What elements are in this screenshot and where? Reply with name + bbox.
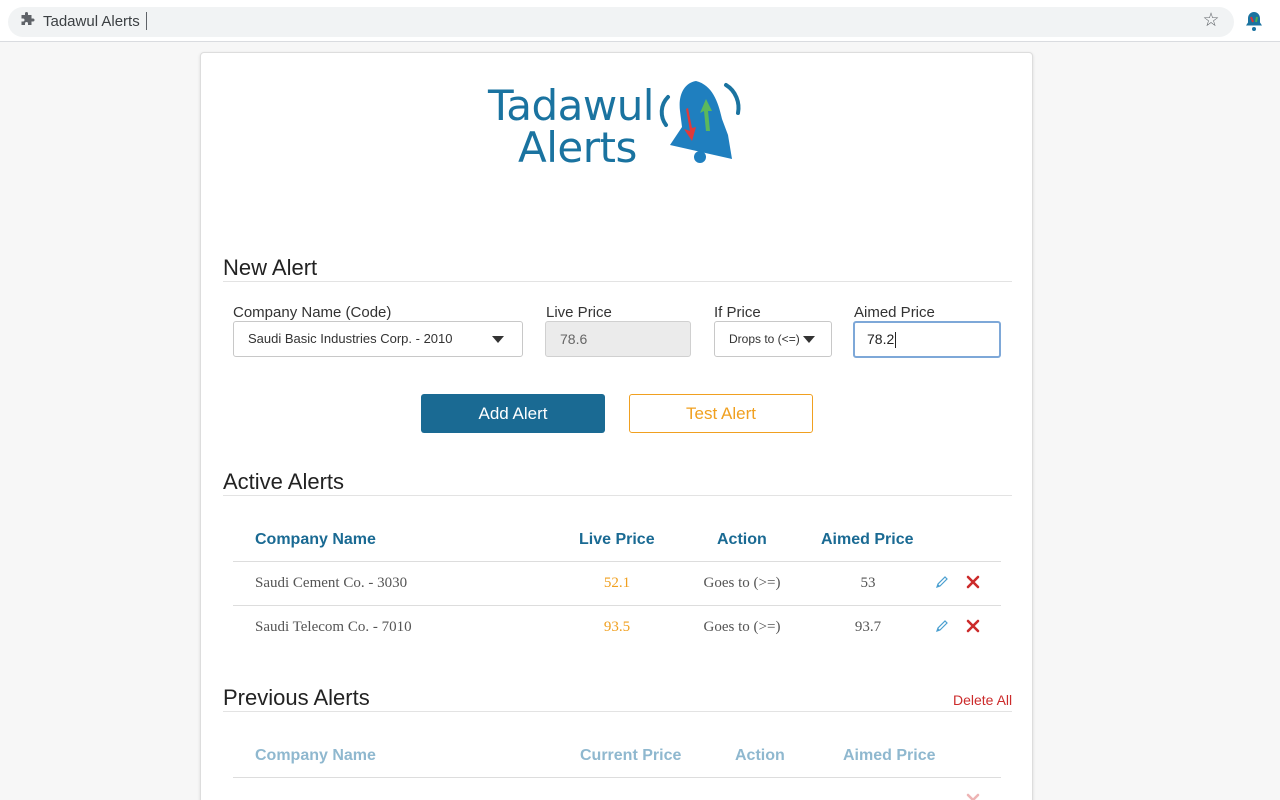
active-alerts-title: Active Alerts	[223, 469, 345, 494]
edit-icon[interactable]	[935, 575, 949, 589]
new-alert-title: New Alert	[223, 255, 318, 280]
page-title: Tadawul Alerts	[43, 13, 140, 30]
col-action: Action	[735, 747, 785, 764]
bell-extension-icon[interactable]	[1245, 11, 1263, 31]
col-aimed-price: Aimed Price	[843, 747, 936, 764]
col-aimed-price: Aimed Price	[821, 531, 914, 548]
live-price-value: 78.6	[560, 331, 588, 347]
live-price-field: 78.6	[545, 321, 691, 357]
text-cursor	[895, 332, 897, 349]
star-icon[interactable]: ☆	[1201, 11, 1221, 31]
toolbar-divider	[0, 41, 1280, 42]
col-company-name: Company Name	[255, 531, 376, 548]
delete-icon[interactable]	[966, 619, 980, 633]
table-divider	[233, 777, 1001, 778]
row-live-price: 93.5	[603, 619, 631, 635]
section-divider	[223, 711, 1012, 712]
chevron-down-icon	[803, 336, 815, 343]
previous-alerts-title: Previous Alerts	[223, 685, 370, 710]
row-aimed-price: 93.7	[854, 619, 882, 635]
logo-text-line2: Alerts	[518, 123, 637, 172]
delete-all-link[interactable]: Delete All	[953, 692, 1012, 708]
company-select[interactable]: Saudi Basic Industries Corp. - 2010	[233, 321, 523, 357]
row-aimed-price: 53	[860, 575, 876, 591]
company-select-value: Saudi Basic Industries Corp. - 2010	[248, 331, 453, 346]
delete-icon[interactable]	[966, 575, 980, 589]
row-action: Goes to (>=)	[703, 575, 781, 591]
row-action: Goes to (>=)	[703, 619, 781, 635]
edit-icon[interactable]	[935, 619, 949, 633]
test-alert-button[interactable]: Test Alert	[629, 394, 813, 433]
app-logo: Tadawul Alerts	[488, 75, 748, 172]
row-company: Saudi Telecom Co. - 7010	[255, 619, 412, 635]
browser-toolbar: Tadawul Alerts ☆	[0, 0, 1280, 42]
chevron-down-icon	[492, 336, 504, 343]
aimed-price-value: 78.2	[867, 331, 895, 347]
if-price-select-value: Drops to (<=)	[729, 332, 800, 346]
delete-icon[interactable]	[966, 793, 980, 800]
col-current-price: Current Price	[580, 747, 682, 764]
table-divider	[233, 561, 1001, 562]
col-company-name: Company Name	[255, 747, 376, 764]
row-live-price: 52.1	[603, 575, 631, 591]
aimed-price-input[interactable]: 78.2	[853, 321, 1001, 358]
aimed-price-label: Aimed Price	[854, 304, 935, 321]
company-label: Company Name (Code)	[233, 304, 392, 321]
section-divider	[223, 495, 1012, 496]
address-bar[interactable]	[8, 7, 1234, 37]
col-live-price: Live Price	[579, 531, 655, 548]
puzzle-icon[interactable]	[19, 12, 35, 28]
section-divider	[223, 281, 1012, 282]
table-divider	[233, 605, 1001, 606]
col-action: Action	[717, 531, 767, 548]
text-caret	[146, 12, 147, 30]
if-price-label: If Price	[714, 304, 761, 321]
live-price-label: Live Price	[546, 304, 612, 321]
table-row	[233, 791, 1001, 800]
row-company: Saudi Cement Co. - 3030	[255, 575, 408, 591]
if-price-select[interactable]: Drops to (<=)	[714, 321, 832, 357]
logo-bell-icon	[659, 81, 741, 163]
popup-card: Tadawul Alerts New Alert Company Name (C…	[200, 52, 1033, 800]
add-alert-button[interactable]: Add Alert	[421, 394, 605, 433]
